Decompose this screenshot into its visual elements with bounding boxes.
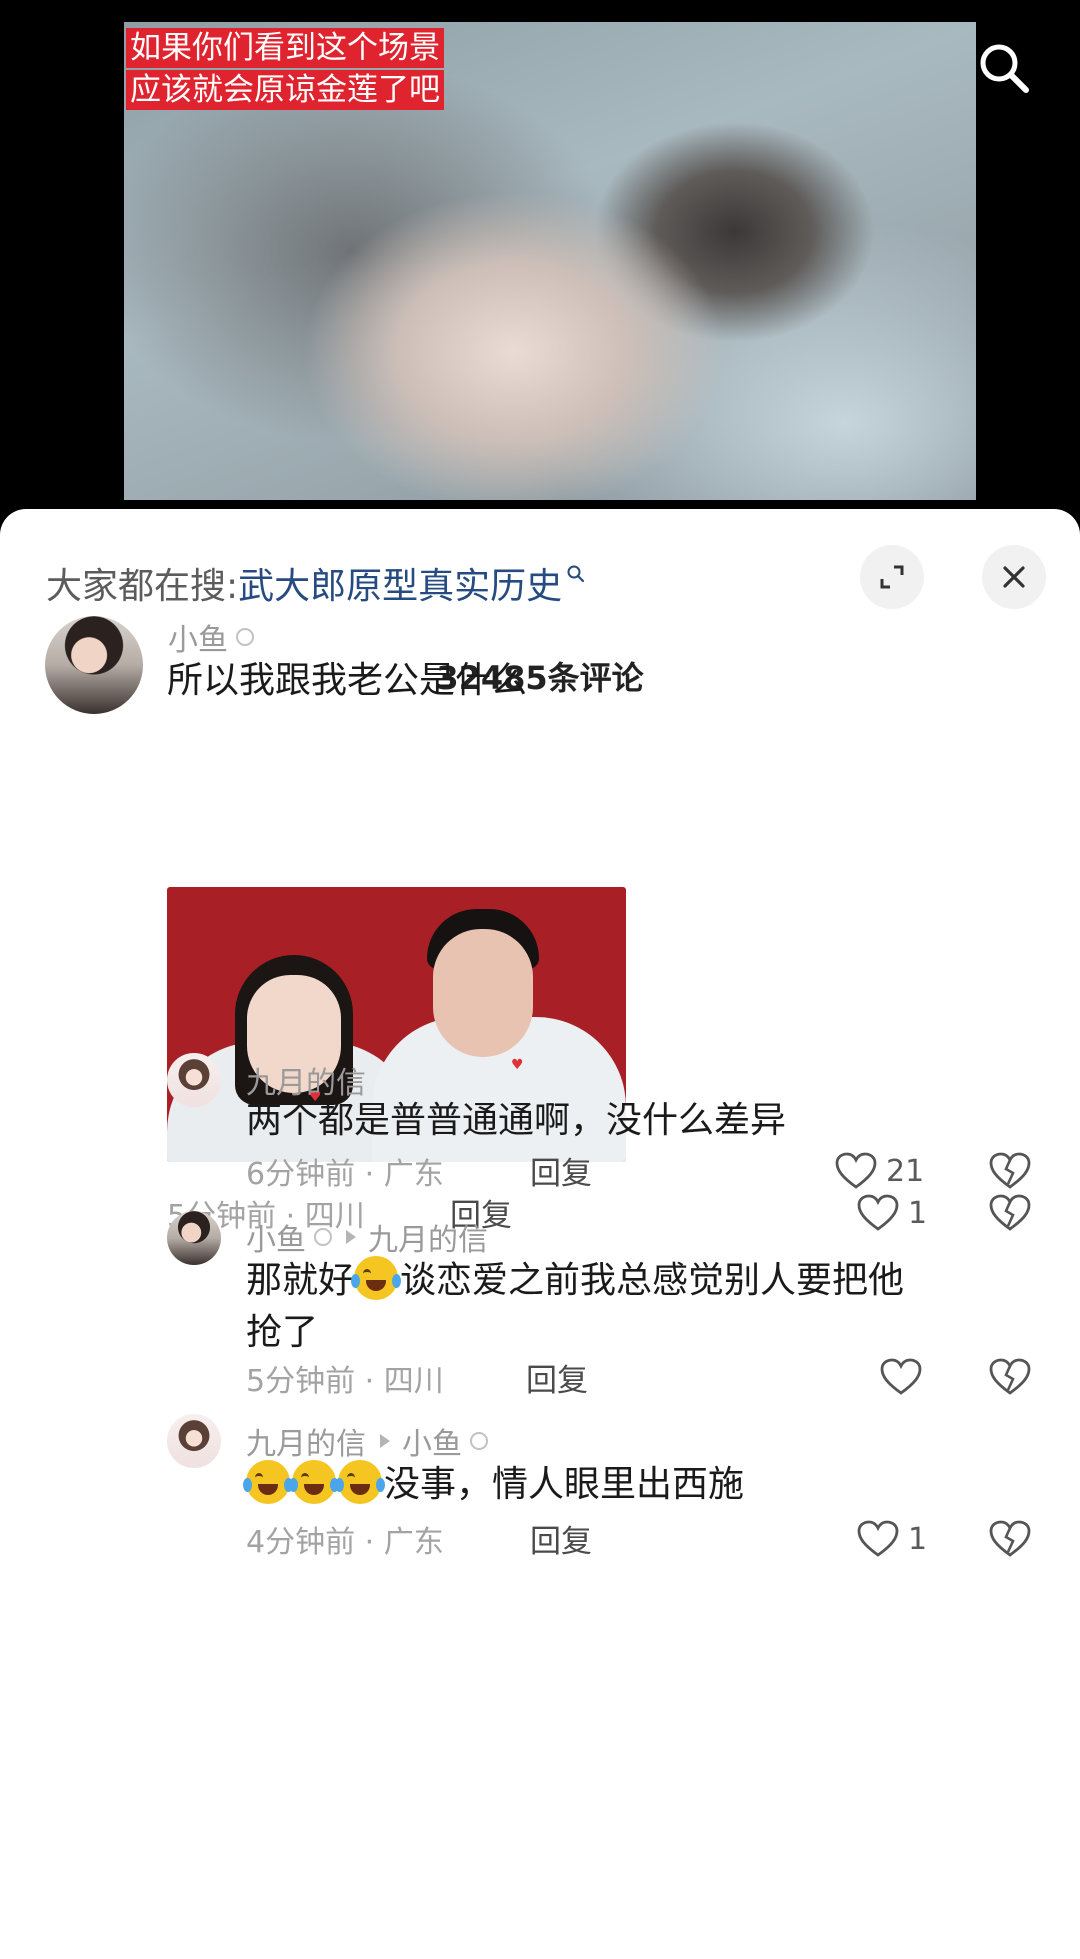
search-small-icon [567, 565, 585, 583]
avatar[interactable] [167, 1414, 221, 1468]
heart-outline-icon [880, 1358, 922, 1395]
video-caption-line-1: 如果你们看到这个场景 [126, 28, 444, 68]
comment-meta: 6分钟前 · 广东 [246, 1157, 444, 1192]
username-text[interactable]: 小鱼 [168, 615, 228, 659]
comment-count: 32485条评论 [436, 659, 644, 697]
broken-heart-icon [989, 1358, 1031, 1395]
broken-heart-icon [989, 1152, 1031, 1189]
reply-button[interactable]: 回复 [530, 1516, 592, 1561]
like-button[interactable]: 1 [856, 1519, 927, 1559]
reply-button[interactable]: 回复 [526, 1355, 588, 1400]
comment-username[interactable]: 九月的信 小鱼 [246, 1419, 488, 1463]
avatar[interactable] [167, 1211, 221, 1265]
like-button[interactable] [879, 1357, 923, 1397]
comment-username[interactable]: 小鱼 [168, 615, 254, 659]
like-count: 1 [908, 1521, 928, 1557]
comment-meta: 4分钟前 · 广东 [246, 1525, 444, 1560]
broken-heart-icon [989, 1520, 1031, 1557]
reply-to-username[interactable]: 九月的信 [368, 1215, 488, 1259]
comment-text: 所以我跟我老公是什么 [167, 660, 528, 701]
reply-arrow-icon [346, 1230, 356, 1244]
like-count: 21 [886, 1153, 925, 1189]
like-button[interactable]: 1 [856, 1193, 927, 1233]
comment-text: 没事，情人眼里出西施 [243, 1459, 745, 1511]
heart-outline-icon [857, 1520, 899, 1557]
close-icon [1003, 566, 1025, 588]
comment-text-part: 没事，情人眼里出西施 [384, 1464, 745, 1505]
expand-button[interactable] [860, 545, 924, 609]
dislike-button[interactable] [988, 1519, 1032, 1563]
close-button[interactable] [982, 545, 1046, 609]
avatar[interactable] [167, 1053, 221, 1107]
dislike-button[interactable] [988, 1357, 1032, 1401]
username-text[interactable]: 小鱼 [246, 1215, 306, 1259]
comment-text-part: 那就好 [246, 1260, 355, 1301]
like-count: 1 [908, 1195, 928, 1231]
heart-outline-icon [857, 1194, 899, 1231]
heart-outline-icon [835, 1152, 877, 1189]
username-text[interactable]: 九月的信 [246, 1419, 366, 1463]
video-search-button[interactable] [972, 36, 1036, 100]
reply-button[interactable]: 回复 [530, 1148, 592, 1193]
laughing-crying-emoji-icon [243, 1460, 293, 1504]
comments-sheet: 大家都在搜: 武大郎原型真实历史 32485条评论 小鱼 所以我跟我老公是什么 … [0, 509, 1080, 1959]
comment-text-part: 谈恋爱之前我总感觉别人要把他 [400, 1260, 905, 1301]
search-icon [980, 44, 1029, 93]
video-caption-line-2: 应该就会原谅金莲了吧 [126, 70, 444, 110]
laughing-crying-emoji-icon [351, 1256, 402, 1300]
trending-search-row[interactable]: 大家都在搜: 武大郎原型真实历史 [46, 553, 586, 613]
like-button[interactable]: 21 [834, 1151, 924, 1191]
video-player[interactable]: 如果你们看到这个场景 应该就会原谅金莲了吧 [0, 0, 1080, 515]
comment-text: 两个都是普普通通啊，没什么差异 [246, 1100, 787, 1141]
status-ring-icon [314, 1228, 332, 1246]
reply-to-username[interactable]: 小鱼 [402, 1419, 462, 1463]
comment-text: 那就好 谈恋爱之前我总感觉别人要把他 抢了 [246, 1255, 1036, 1359]
status-ring-icon [236, 628, 254, 646]
trending-search-prefix: 大家都在搜: [46, 566, 239, 607]
expand-icon [880, 565, 904, 589]
laughing-crying-emoji-icon [335, 1460, 385, 1504]
video-caption: 如果你们看到这个场景 应该就会原谅金莲了吧 [126, 28, 444, 110]
dislike-button[interactable] [988, 1151, 1032, 1195]
comment-username[interactable]: 小鱼 九月的信 [246, 1215, 488, 1259]
dislike-button[interactable] [988, 1193, 1032, 1237]
laughing-crying-emoji-icon [289, 1460, 339, 1504]
trending-search-term[interactable]: 武大郎原型真实历史 [238, 557, 562, 609]
avatar[interactable] [45, 616, 143, 714]
comment-meta: 5分钟前 · 四川 [246, 1364, 444, 1399]
broken-heart-icon [989, 1194, 1031, 1231]
status-ring-icon [470, 1432, 488, 1450]
reply-arrow-icon [380, 1434, 390, 1448]
comment-text-part: 抢了 [246, 1312, 319, 1353]
